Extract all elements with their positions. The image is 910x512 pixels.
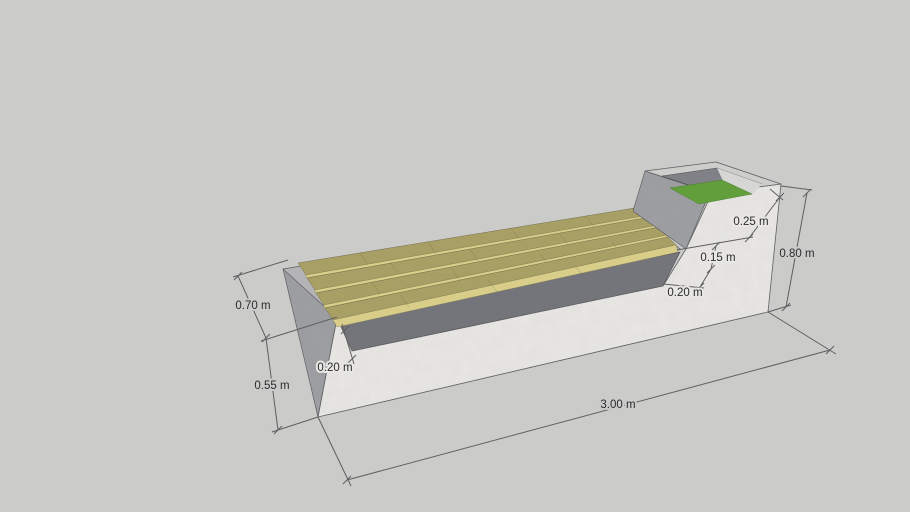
dimension-label-0-15: 0.15 m bbox=[700, 252, 735, 264]
bench-model bbox=[282, 161, 782, 418]
bench-model-scene: 0.70 m 0.55 m 0.20 m 3.00 m 0.80 m 0.25 bbox=[232, 161, 837, 487]
dimension-label-0-20-right: 0.20 m bbox=[667, 287, 702, 299]
dimension-label-0-20-left: 0.20 m bbox=[317, 362, 352, 374]
model-viewport[interactable]: 0.70 m 0.55 m 0.20 m 3.00 m 0.80 m 0.25 bbox=[0, 0, 910, 512]
dimension-label-0-25: 0.25 m bbox=[733, 216, 768, 228]
dimension-label-0-55: 0.55 m bbox=[254, 380, 289, 392]
dimension-label-3-00: 3.00 m bbox=[600, 399, 635, 411]
dimension-label-0-80: 0.80 m bbox=[779, 248, 814, 260]
dimension-label-0-70: 0.70 m bbox=[235, 300, 270, 312]
